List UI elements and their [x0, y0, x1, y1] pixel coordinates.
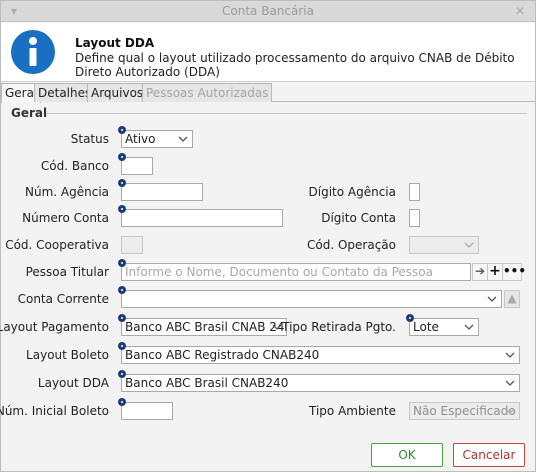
status-value: Ativo: [125, 132, 156, 146]
chevron-down-icon: [505, 408, 515, 414]
chevron-down-icon: [505, 380, 515, 386]
tipo-ambiente-select: Não Especificado: [409, 402, 520, 420]
layout-boleto-value: Banco ABC Registrado CNAB240: [125, 348, 320, 362]
chevron-down-icon: [178, 136, 188, 142]
pessoa-titular-label: Pessoa Titular: [25, 265, 109, 279]
digito-conta-field[interactable]: [409, 209, 420, 227]
cod-operacao-select: [409, 236, 479, 254]
tipo-retirada-label: Tipo Retirada Pgto.: [282, 320, 396, 334]
num-inicial-boleto-field[interactable]: [121, 402, 173, 420]
chevron-down-icon: [464, 242, 474, 248]
ok-button[interactable]: OK: [371, 443, 443, 467]
status-label: Status: [70, 132, 109, 146]
cod-cooperativa-field: [121, 236, 143, 254]
required-marker: [118, 314, 126, 322]
chevron-down-icon: [505, 352, 515, 358]
required-marker: [118, 286, 126, 294]
digito-conta-label: Dígito Conta: [321, 211, 396, 225]
digito-agencia-label: Dígito Agência: [308, 185, 397, 199]
required-marker: [118, 342, 126, 350]
conta-corrente-select[interactable]: [121, 290, 502, 308]
close-icon[interactable]: ✕: [513, 4, 527, 18]
num-inicial-boleto-label: Núm. Inicial Boleto: [0, 404, 109, 418]
tipo-ambiente-value: Não Especificado: [413, 404, 516, 418]
numero-conta-label: Número Conta: [22, 211, 109, 225]
tipo-ambiente-label: Tipo Ambiente: [309, 404, 396, 418]
more-icon[interactable]: •••: [502, 263, 526, 281]
plus-icon[interactable]: +: [487, 263, 503, 281]
arrow-right-icon[interactable]: ➔: [472, 263, 488, 281]
required-marker: [118, 153, 126, 161]
pessoa-titular-input[interactable]: Informe o Nome, Documento ou Contato da …: [121, 263, 471, 281]
required-marker: [118, 370, 126, 378]
layout-boleto-select[interactable]: Banco ABC Registrado CNAB240: [121, 346, 520, 364]
cod-cooperativa-label: Cód. Cooperativa: [5, 238, 109, 252]
digito-agencia-field[interactable]: [409, 183, 420, 201]
tab-arquivos[interactable]: Arquivos: [87, 83, 148, 102]
num-agencia-field[interactable]: [121, 183, 203, 201]
required-marker: [118, 259, 126, 267]
tipo-retirada-select[interactable]: Lote: [409, 318, 479, 336]
chevron-down-icon: [487, 296, 497, 302]
window-title: Conta Bancária: [222, 4, 314, 18]
tab-bar: Geral Detalhes Arquivos Pessoas Autoriza…: [1, 83, 535, 103]
cod-banco-label: Cód. Banco: [40, 159, 109, 173]
required-marker: [406, 314, 414, 322]
tab-pessoas-autorizadas: Pessoas Autorizadas: [142, 83, 273, 102]
triangle-up-icon: ▲: [504, 290, 520, 308]
info-icon: [11, 30, 55, 74]
help-header: Layout DDA Define qual o layout utilizad…: [1, 23, 535, 82]
layout-boleto-label: Layout Boleto: [26, 348, 109, 362]
numero-conta-field[interactable]: [121, 209, 283, 227]
tipo-retirada-value: Lote: [413, 320, 439, 334]
cod-banco-field[interactable]: [121, 157, 153, 175]
chevron-down-icon: [464, 324, 474, 330]
conta-bancaria-dialog: ▾ Conta Bancária ✕ Layout DDA Define qua…: [0, 0, 536, 472]
cancel-button[interactable]: Cancelar: [453, 443, 525, 467]
title-bar: ▾ Conta Bancária ✕: [1, 1, 535, 22]
layout-dda-label: Layout DDA: [37, 376, 109, 390]
section-divider: [47, 113, 527, 114]
required-marker: [118, 205, 126, 213]
status-select[interactable]: Ativo: [121, 130, 193, 148]
layout-pagamento-select[interactable]: Banco ABC Brasil CNAB 240: [121, 318, 287, 336]
section-title: Geral: [11, 106, 48, 120]
layout-dda-select[interactable]: Banco ABC Brasil CNAB240: [121, 374, 520, 392]
help-description: Define qual o layout utilizado processam…: [75, 51, 515, 79]
layout-pagamento-label: Layout Pagamento: [0, 320, 109, 334]
required-marker: [118, 179, 126, 187]
chevron-down-icon: [272, 324, 282, 330]
layout-dda-value: Banco ABC Brasil CNAB240: [125, 376, 289, 390]
help-title: Layout DDA: [75, 36, 155, 50]
cod-operacao-label: Cód. Operação: [307, 238, 396, 252]
required-marker: [118, 398, 126, 406]
layout-pagamento-value: Banco ABC Brasil CNAB 240: [125, 320, 287, 334]
num-agencia-label: Núm. Agência: [25, 185, 109, 199]
required-marker: [118, 126, 126, 134]
conta-corrente-label: Conta Corrente: [17, 292, 109, 306]
